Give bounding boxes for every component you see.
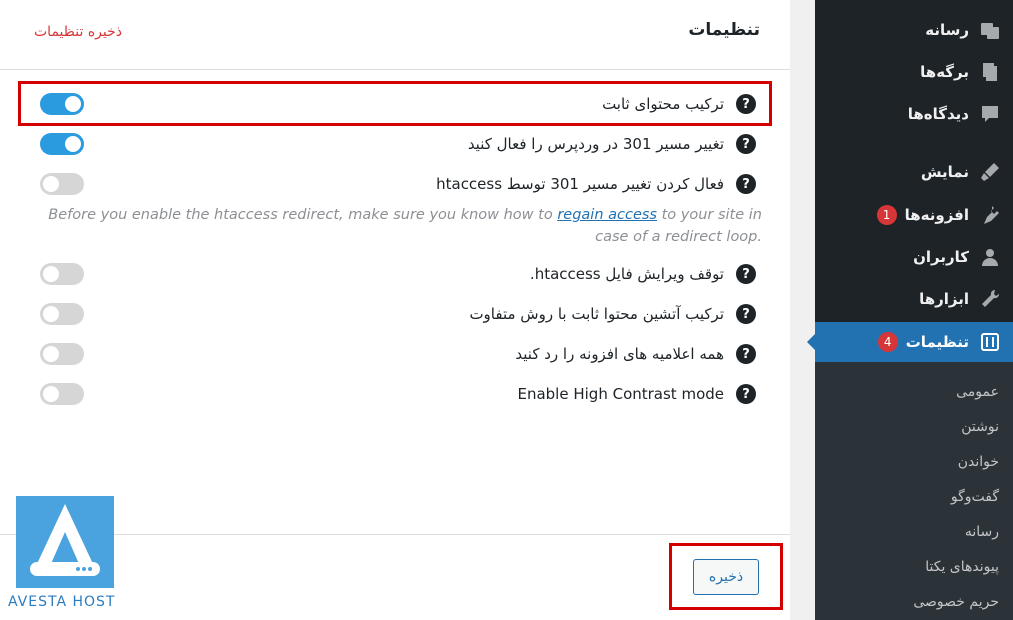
help-icon[interactable]: ? — [736, 94, 756, 114]
help-icon[interactable]: ? — [736, 174, 756, 194]
sidebar-item-pages[interactable]: برگه‌ها — [815, 52, 1013, 92]
setting-row-alt-content-merge: ? ترکیب آتشین محتوا ثابت با روش متفاوت — [20, 294, 768, 334]
wp-301-redirect-toggle[interactable] — [40, 133, 84, 155]
setting-row-high-contrast: ? Enable High Contrast mode — [20, 374, 768, 414]
setting-row-wp-301-redirect: ? تغییر مسیر 301 در وردپرس را فعال کنید — [20, 124, 768, 164]
comments-icon — [979, 103, 1001, 125]
submenu-item-reading[interactable]: خواندن — [815, 445, 1013, 479]
settings-badge: 4 — [877, 332, 898, 352]
settings-panel: تنظیمات ذخیره تنظیمات ? ترکیب محتوای ثاب… — [0, 0, 790, 620]
pages-icon — [979, 61, 1001, 83]
page-title: تنظیمات — [688, 20, 760, 40]
alt-content-merge-toggle[interactable] — [40, 303, 84, 325]
help-icon[interactable]: ? — [736, 304, 756, 324]
toggle-knob — [43, 346, 59, 362]
plugins-update-badge: 1 — [876, 205, 897, 225]
plugins-icon — [979, 204, 1001, 226]
sidebar-item-settings[interactable]: تنظیمات 4 — [807, 322, 1013, 362]
admin-sidebar: رسانه برگه‌ها دیدگاه‌ها نمایش افزونه‌ها … — [807, 0, 1013, 620]
setting-label: فعال کردن تغییر مسیر 301 توسط htaccess — [436, 175, 724, 193]
logo-text: AVESTA HOST — [8, 594, 116, 610]
header-save-settings-link[interactable]: ذخیره تنظیمات — [34, 24, 122, 40]
submenu-item-permalinks[interactable]: پیوندهای یکتا — [815, 550, 1013, 584]
sidebar-item-tools[interactable]: ابزارها — [815, 279, 1013, 319]
dismiss-notices-toggle[interactable] — [40, 343, 84, 365]
sidebar-item-plugins[interactable]: افزونه‌ها 1 — [815, 195, 1013, 235]
sidebar-item-media[interactable]: رسانه — [815, 10, 1013, 50]
submenu-item-writing[interactable]: نوشتن — [815, 410, 1013, 444]
help-icon[interactable]: ? — [736, 384, 756, 404]
toggle-knob — [65, 136, 81, 152]
high-contrast-toggle[interactable] — [40, 383, 84, 405]
setting-label: ترکیب محتوای ثابت — [602, 95, 724, 113]
settings-icon — [979, 331, 1001, 353]
stop-htaccess-edit-toggle[interactable] — [40, 263, 84, 285]
appearance-icon — [979, 161, 1001, 183]
toggle-knob — [43, 306, 59, 322]
setting-label: ترکیب آتشین محتوا ثابت با روش متفاوت — [469, 305, 724, 323]
setting-label: تغییر مسیر 301 در وردپرس را فعال کنید — [467, 135, 724, 153]
help-icon[interactable]: ? — [736, 344, 756, 364]
static-content-merge-toggle[interactable] — [40, 93, 84, 115]
setting-row-stop-htaccess-edit: ? توقف ویرایش فایل htaccess. — [20, 254, 768, 294]
settings-submenu: عمومی نوشتن خواندن گفت‌وگو رسانه پیوندها… — [815, 362, 1013, 620]
setting-row-htaccess-301-redirect: ? فعال کردن تغییر مسیر 301 توسط htaccess — [20, 164, 768, 204]
media-icon — [979, 19, 1001, 41]
panel-header: تنظیمات ذخیره تنظیمات — [0, 0, 790, 70]
htaccess-warning-notice: Before you enable the htaccess redirect,… — [48, 207, 762, 245]
setting-row-dismiss-notices: ? همه اعلامیه های افزونه را رد کنید — [20, 334, 768, 374]
setting-label: همه اعلامیه های افزونه را رد کنید — [515, 345, 724, 363]
submenu-item-discussion[interactable]: گفت‌وگو — [815, 480, 1013, 514]
setting-label: توقف ویرایش فایل htaccess. — [529, 265, 724, 283]
help-icon[interactable]: ? — [736, 134, 756, 154]
sidebar-item-users[interactable]: کاربران — [815, 237, 1013, 277]
submenu-item-privacy[interactable]: حریم خصوصی — [815, 585, 1013, 619]
submenu-item-media[interactable]: رسانه — [815, 515, 1013, 549]
submenu-item-general[interactable]: عمومی — [815, 375, 1013, 409]
regain-access-link[interactable]: regain access — [557, 207, 657, 223]
footer-divider — [0, 534, 790, 535]
setting-label: Enable High Contrast mode — [517, 385, 724, 403]
help-icon[interactable]: ? — [736, 264, 756, 284]
save-button[interactable]: ذخیره — [693, 559, 759, 595]
sidebar-item-comments[interactable]: دیدگاه‌ها — [815, 94, 1013, 134]
users-icon — [979, 246, 1001, 268]
toggle-knob — [43, 266, 59, 282]
toggle-knob — [43, 386, 59, 402]
toggle-knob — [65, 96, 81, 112]
toggle-knob — [43, 176, 59, 192]
setting-row-static-content-merge: ? ترکیب محتوای ثابت — [20, 84, 768, 124]
htaccess-301-redirect-toggle[interactable] — [40, 173, 84, 195]
avesta-logo-icon — [16, 496, 114, 588]
tools-icon — [979, 288, 1001, 310]
sidebar-item-appearance[interactable]: نمایش — [815, 152, 1013, 192]
